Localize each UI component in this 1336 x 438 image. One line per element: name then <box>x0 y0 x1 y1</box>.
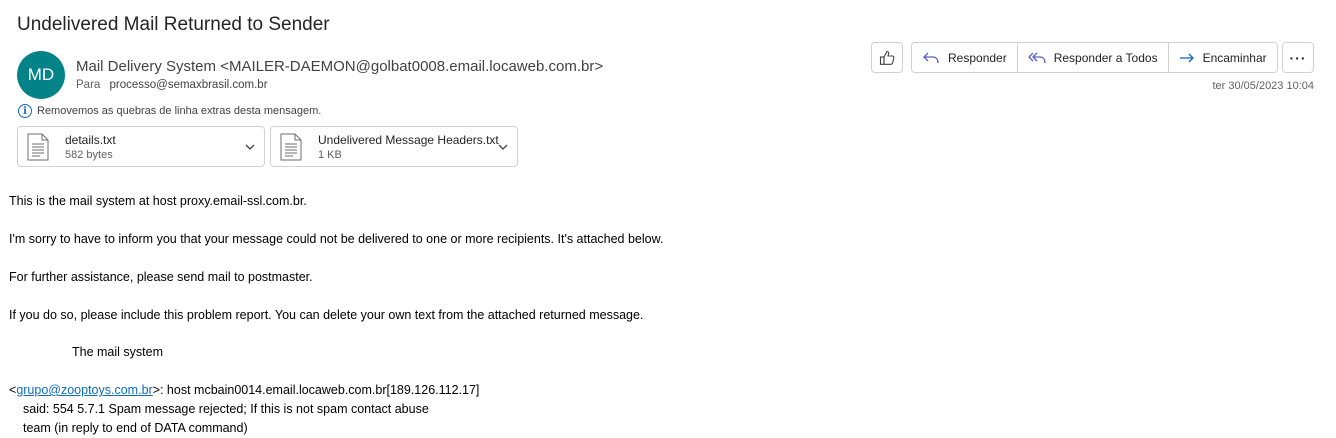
to-label: Para <box>76 79 101 91</box>
attachment-details[interactable]: details.txt 582 bytes <box>17 126 265 167</box>
recipient-link[interactable]: grupo@zooptoys.com.br <box>16 383 152 397</box>
chevron-down-icon[interactable] <box>497 141 509 153</box>
email-subject: Undelivered Mail Returned to Sender <box>17 14 330 35</box>
chevron-down-icon[interactable] <box>244 141 256 153</box>
recipient-row: Para processo@semaxbrasil.com.br <box>76 79 268 91</box>
email-date: ter 30/05/2023 10:04 <box>1212 80 1314 92</box>
reply-actions: Responder Responder a Todos Encaminhar <box>911 42 1278 73</box>
body-paragraph: team (in reply to end of DATA command) <box>23 421 248 435</box>
recipient-suffix: >: host mcbain0014.email.locaweb.com.br[… <box>152 383 480 397</box>
reply-all-button[interactable]: Responder a Todos <box>1016 43 1168 72</box>
reply-all-label: Responder a Todos <box>1053 50 1158 65</box>
body-paragraph: This is the mail system at host proxy.em… <box>9 194 307 208</box>
forward-label: Encaminhar <box>1202 50 1267 65</box>
body-paragraph: I'm sorry to have to inform you that you… <box>9 232 664 246</box>
body-recipient-line: <grupo@zooptoys.com.br>: host mcbain0014… <box>9 383 479 397</box>
text-file-icon <box>27 133 49 161</box>
text-file-icon <box>280 133 302 161</box>
reply-label: Responder <box>948 50 1007 65</box>
attachment-name: details.txt <box>65 133 116 147</box>
attachment-size: 582 bytes <box>65 149 113 161</box>
reply-button[interactable]: Responder <box>912 43 1017 72</box>
body-signature: The mail system <box>72 345 163 359</box>
thumbs-up-icon <box>879 50 895 65</box>
more-actions-button[interactable]: ··· <box>1282 42 1314 73</box>
reply-all-icon <box>1028 52 1046 63</box>
body-paragraph: said: 554 5.7.1 Spam message rejected; I… <box>23 402 429 416</box>
like-button[interactable] <box>871 42 903 73</box>
info-icon: i <box>18 104 32 118</box>
attachment-headers[interactable]: Undelivered Message Headers.txt 1 KB <box>270 126 518 167</box>
attachment-name: Undelivered Message Headers.txt <box>318 133 499 147</box>
reply-icon <box>923 52 939 63</box>
sender-name[interactable]: Mail Delivery System <MAILER-DAEMON@golb… <box>76 58 603 75</box>
body-paragraph: For further assistance, please send mail… <box>9 270 313 284</box>
attachment-size: 1 KB <box>318 149 342 161</box>
info-notice: i Removemos as quebras de linha extras d… <box>18 104 321 118</box>
info-notice-text[interactable]: Removemos as quebras de linha extras des… <box>37 105 321 117</box>
avatar-initials: MD <box>27 65 55 84</box>
more-icon: ··· <box>1289 49 1307 66</box>
body-paragraph: If you do so, please include this proble… <box>9 308 644 322</box>
forward-icon <box>1179 53 1194 62</box>
forward-button[interactable]: Encaminhar <box>1167 43 1277 72</box>
sender-avatar[interactable]: MD <box>17 51 65 99</box>
to-address[interactable]: processo@semaxbrasil.com.br <box>110 79 268 91</box>
